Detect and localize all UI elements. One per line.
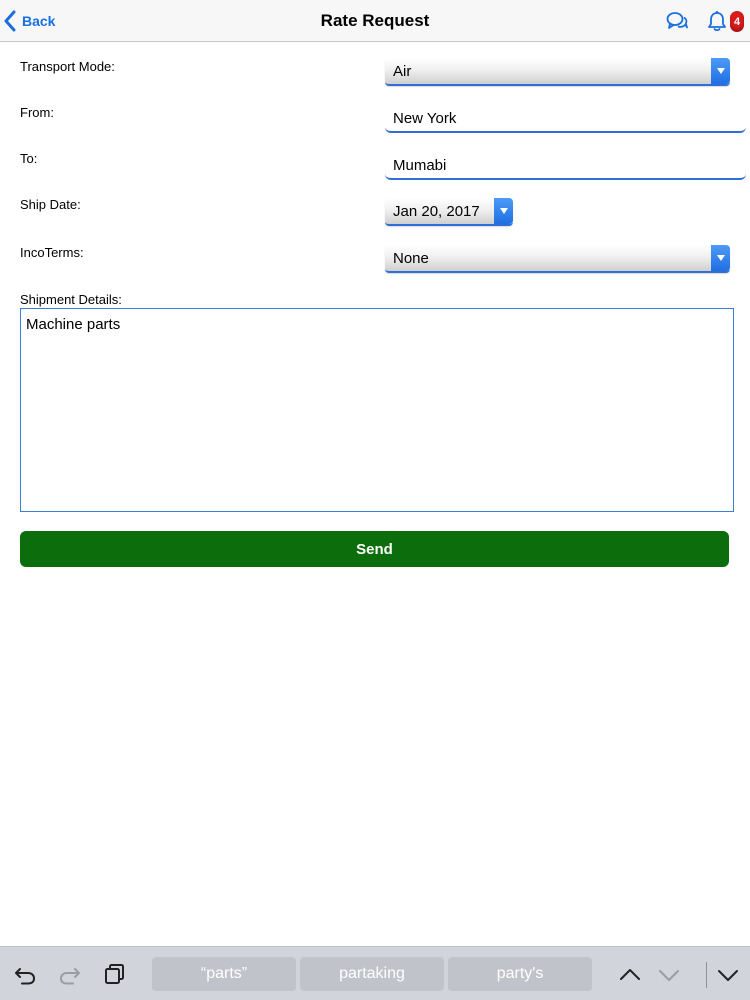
bell-icon[interactable] <box>706 10 728 32</box>
send-button[interactable]: Send <box>20 531 729 567</box>
navigation-bar: Back Rate Request 4 <box>0 0 750 42</box>
suggestion-1[interactable]: “parts” <box>152 957 296 991</box>
chevron-down-icon[interactable] <box>657 963 681 987</box>
incoterms-select[interactable]: None <box>385 245 730 273</box>
chat-icon[interactable] <box>666 11 688 31</box>
transport-mode-select[interactable]: Air <box>385 58 730 86</box>
suggestion-2[interactable]: partaking <box>300 957 444 991</box>
dropdown-arrow-icon <box>711 245 730 271</box>
to-label: To: <box>20 151 38 166</box>
dismiss-keyboard-icon[interactable] <box>716 963 740 987</box>
ship-date-label: Ship Date: <box>20 197 81 212</box>
notification-badge[interactable]: 4 <box>730 11 744 32</box>
shipment-details-label: Shipment Details: <box>20 292 122 307</box>
dropdown-arrow-icon <box>711 58 730 84</box>
redo-icon[interactable] <box>58 963 82 987</box>
transport-mode-label: Transport Mode: <box>20 59 115 74</box>
chevron-up-icon[interactable] <box>618 963 642 987</box>
from-value: New York <box>393 110 457 127</box>
keyboard-shortcut-bar: “parts” partaking party's <box>0 946 750 1000</box>
undo-icon[interactable] <box>13 963 37 987</box>
incoterms-value: None <box>393 250 429 267</box>
from-field[interactable]: New York <box>385 105 746 133</box>
keyboard-bar-divider <box>706 962 707 988</box>
incoterms-label: IncoTerms: <box>20 245 84 260</box>
dropdown-arrow-icon <box>494 198 513 224</box>
shipment-details-textarea[interactable]: Machine parts <box>20 308 734 512</box>
transport-mode-value: Air <box>393 63 412 80</box>
to-field[interactable]: Mumabi <box>385 152 746 180</box>
to-value: Mumabi <box>393 157 447 174</box>
paste-icon[interactable] <box>103 962 127 986</box>
page-title: Rate Request <box>320 11 430 30</box>
suggestion-3[interactable]: party's <box>448 957 592 991</box>
shipment-details-value: Machine parts <box>26 316 121 333</box>
ship-date-select[interactable]: Jan 20, 2017 <box>385 198 513 226</box>
from-label: From: <box>20 105 54 120</box>
ship-date-value: Jan 20, 2017 <box>393 203 480 220</box>
